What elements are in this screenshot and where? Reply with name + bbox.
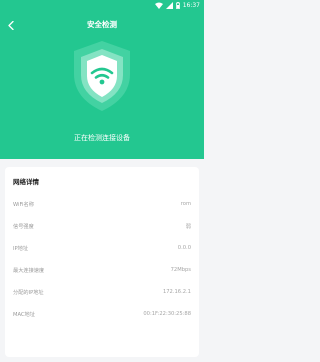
status-icons: 16:37	[154, 2, 200, 9]
shield-wifi-icon	[72, 40, 132, 112]
battery-icon	[175, 2, 180, 9]
row-value: 172.16.2.1	[162, 289, 191, 295]
info-row-ip: IP地址 0.0.0	[13, 245, 191, 255]
signal-icon	[165, 2, 173, 9]
info-row-wifi-name: WiFi名称 rom	[13, 201, 191, 211]
info-row-assigned-ip: 分配的IP地址 172.16.2.1	[13, 289, 191, 299]
info-row-mac: MAC地址 00:1F:22:30:25:88	[13, 311, 191, 321]
row-label: IP地址	[13, 246, 29, 252]
row-value: 00:1F:22:30:25:88	[143, 311, 191, 317]
status-bar: 16:37	[0, 0, 204, 14]
page-title: 安全检测	[87, 20, 117, 29]
wifi-status-icon	[154, 2, 163, 9]
battery-time: 16:37	[182, 2, 200, 9]
info-row-max-speed: 最大连接速度 72Mbps	[13, 267, 191, 277]
row-label: MAC地址	[13, 312, 35, 318]
network-details-card: 网络详情 WiFi名称 rom 信号强度 弱 IP地址 0.0.0 最大连接速度…	[5, 167, 199, 357]
row-value: 弱	[185, 224, 191, 230]
row-value: 72Mbps	[170, 267, 191, 273]
row-label: WiFi名称	[13, 202, 34, 208]
scan-status-text: 正在检测连接设备	[74, 134, 130, 142]
row-value: 0.0.0	[177, 245, 191, 251]
card-title: 网络详情	[13, 178, 39, 186]
nav-bar: 安全检测	[0, 14, 204, 34]
row-value: rom	[180, 201, 191, 207]
row-label: 信号强度	[13, 224, 34, 230]
row-label: 分配的IP地址	[13, 290, 44, 296]
info-row-signal: 信号强度 弱	[13, 223, 191, 233]
row-label: 最大连接速度	[13, 268, 45, 274]
